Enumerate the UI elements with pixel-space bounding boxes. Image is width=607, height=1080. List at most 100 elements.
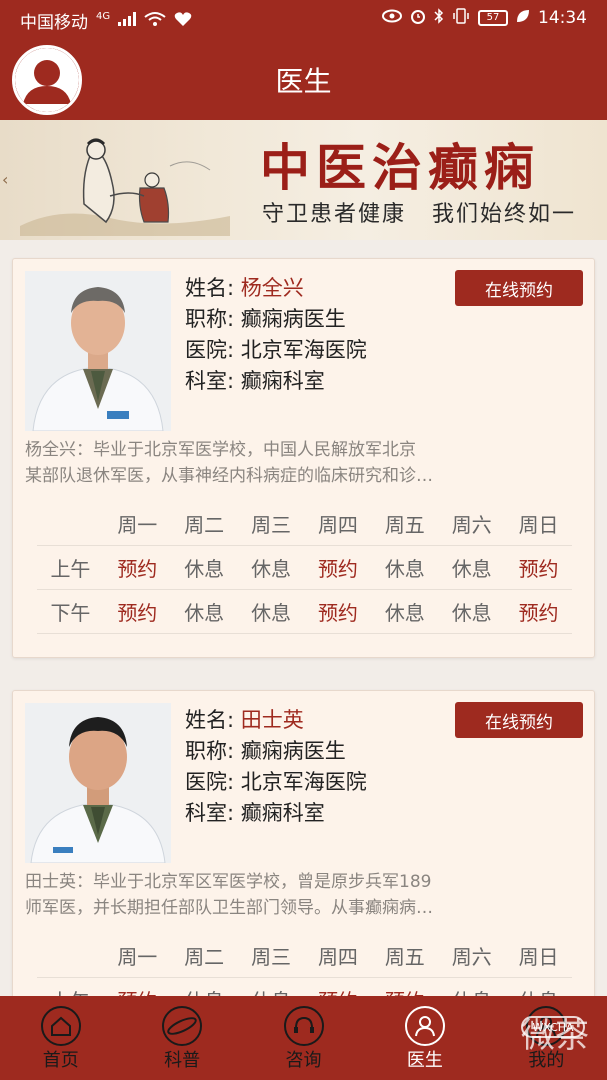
schedule-slot[interactable]: 预约 — [305, 553, 372, 582]
schedule-header-cell: 周日 — [518, 945, 559, 969]
schedule-slot[interactable]: 预约 — [104, 597, 171, 626]
nav-label: 咨询 — [285, 1050, 322, 1071]
banner-title: 中医治癫痫 — [260, 138, 540, 197]
schedule-row-morning: 上午 预约 休息 休息 预约 预约 休息 休息 — [37, 978, 572, 996]
doctor-name: 杨全兴 — [240, 276, 304, 300]
status-bar: 中国移动 4G 57 14:34 — [0, 0, 607, 36]
schedule-slot[interactable]: 休息 — [238, 553, 305, 582]
doctor-department-row: 科室: 癫痫科室 — [185, 366, 367, 397]
watermark-badge: WXCHA — [521, 1016, 585, 1038]
doctor-department: 癫痫科室 — [240, 801, 325, 825]
nav-item-home[interactable]: 首页 — [0, 996, 121, 1080]
schedule-slot[interactable]: 休息 — [438, 597, 505, 626]
schedule-header-cell: 周五 — [384, 513, 425, 537]
doctor-name-row: 姓名: 田士英 — [185, 705, 367, 736]
book-online-button[interactable]: 在线预约 — [455, 270, 583, 306]
schedule-header-cell: 周一 — [117, 945, 158, 969]
doctor-bio-line-1: 田士英：毕业于北京军区军医学校，曾是原步兵军189 — [25, 872, 432, 892]
schedule-slot[interactable]: 休息 — [505, 985, 572, 996]
doctor-hospital: 北京军海医院 — [240, 770, 367, 794]
schedule-slot[interactable]: 预约 — [104, 985, 171, 996]
doctor-name-row: 姓名: 杨全兴 — [185, 273, 367, 304]
schedule-slot[interactable]: 休息 — [238, 597, 305, 626]
schedule-header-cell: 周三 — [251, 945, 292, 969]
promo-banner[interactable]: ‹ 中医治癫痫 守卫患者健康 我们始终如一 — [0, 120, 607, 240]
page-title: 医生 — [275, 65, 332, 98]
schedule-header-cell: 周六 — [451, 945, 492, 969]
schedule-slot[interactable]: 预约 — [371, 985, 438, 996]
schedule-header-cell: 周四 — [317, 513, 358, 537]
schedule-header-row: 周一 周二 周三 周四 周五 周六 周日 — [37, 502, 572, 546]
department-label: 科室: — [185, 801, 235, 825]
schedule-slot[interactable]: 休息 — [371, 597, 438, 626]
doctor-title: 癫痫病医生 — [240, 307, 346, 331]
schedule-slot[interactable]: 休息 — [371, 553, 438, 582]
banner-subtitle-left: 守卫患者健康 — [262, 202, 407, 227]
schedule-header-cell: 周日 — [518, 513, 559, 537]
alarm-icon — [410, 8, 426, 28]
schedule-slot[interactable]: 预约 — [505, 553, 572, 582]
schedule-header-cell: 周一 — [117, 513, 158, 537]
schedule-slot[interactable]: 休息 — [171, 985, 238, 996]
title-label: 职称: — [185, 307, 235, 331]
title-label: 职称: — [185, 739, 235, 763]
network-type: 4G — [96, 11, 111, 22]
name-label: 姓名: — [185, 708, 235, 732]
schedule-table: 周一 周二 周三 周四 周五 周六 周日 上午 预约 休息 休息 预约 预约 休… — [37, 934, 572, 996]
schedule-header-cell: 周五 — [384, 945, 425, 969]
doctor-hospital-row: 医院: 北京军海医院 — [185, 335, 367, 366]
schedule-period-label: 下午 — [50, 601, 91, 625]
carrier-label: 中国移动 — [20, 13, 88, 33]
doctor-card[interactable]: 姓名: 田士英 职称: 癫痫病医生 医院: 北京军海医院 科室: 癫痫科室 在线… — [12, 690, 595, 996]
schedule-slot[interactable]: 预约 — [505, 597, 572, 626]
schedule-slot[interactable]: 预约 — [305, 597, 372, 626]
nav-label: 首页 — [42, 1050, 79, 1071]
doctor-bio[interactable]: 杨全兴：毕业于北京军医学校，中国人民解放军北京 某部队退休军医，从事神经内科病症… — [25, 437, 565, 489]
battery-icon: 57 — [478, 10, 508, 26]
nav-item-consult[interactable]: 咨询 — [243, 996, 364, 1080]
doctor-list[interactable]: 姓名: 杨全兴 职称: 癫痫病医生 医院: 北京军海医院 科室: 癫痫科室 在线… — [0, 240, 607, 996]
schedule-slot[interactable]: 预约 — [305, 985, 372, 996]
nav-label: 科普 — [164, 1050, 201, 1071]
doctor-card[interactable]: 姓名: 杨全兴 职称: 癫痫病医生 医院: 北京军海医院 科室: 癫痫科室 在线… — [12, 258, 595, 658]
doctor-bio[interactable]: 田士英：毕业于北京军区军医学校，曾是原步兵军189 师军医，并长期担任部队卫生部… — [25, 869, 565, 921]
schedule-slot[interactable]: 休息 — [171, 553, 238, 582]
doctor-title-row: 职称: 癫痫病医生 — [185, 304, 367, 335]
schedule-slot[interactable]: 休息 — [171, 597, 238, 626]
book-online-button[interactable]: 在线预约 — [455, 702, 583, 738]
ink-painting-illustration — [20, 138, 230, 236]
name-label: 姓名: — [185, 276, 235, 300]
doctor-photo — [25, 271, 171, 431]
doctor-department: 癫痫科室 — [240, 369, 325, 393]
banner-prev-icon[interactable]: ‹ — [2, 170, 8, 189]
schedule-slot[interactable]: 休息 — [438, 553, 505, 582]
clock-time: 14:34 — [538, 8, 587, 28]
doctor-icon — [404, 1006, 445, 1046]
schedule-slot[interactable]: 休息 — [238, 985, 305, 996]
schedule-slot[interactable]: 预约 — [104, 553, 171, 582]
schedule-header-cell: 周二 — [184, 513, 225, 537]
nav-item-doctor[interactable]: 医生 — [364, 996, 485, 1080]
doctor-hospital-row: 医院: 北京军海医院 — [185, 767, 367, 798]
doctor-title-row: 职称: 癫痫病医生 — [185, 736, 367, 767]
doctor-info: 姓名: 田士英 职称: 癫痫病医生 医院: 北京军海医院 科室: 癫痫科室 — [185, 705, 367, 829]
leaf-icon — [516, 9, 530, 27]
hospital-label: 医院: — [185, 338, 235, 362]
heart-icon — [174, 11, 192, 31]
app-header: 医生 — [0, 36, 607, 120]
doctor-bio-line-1: 杨全兴：毕业于北京军医学校，中国人民解放军北京 — [25, 440, 416, 460]
doctor-department-row: 科室: 癫痫科室 — [185, 798, 367, 829]
doctor-bio-line-2: 师军医，并长期担任部队卫生部门领导。从事癫痫病… — [25, 898, 433, 918]
wifi-icon — [144, 11, 166, 31]
doctor-name: 田士英 — [240, 708, 304, 732]
nav-item-science[interactable]: 科普 — [121, 996, 242, 1080]
schedule-slot[interactable]: 休息 — [438, 985, 505, 996]
schedule-table: 周一 周二 周三 周四 周五 周六 周日 上午 预约 休息 休息 预约 休息 休… — [37, 502, 572, 634]
doctor-hospital: 北京军海医院 — [240, 338, 367, 362]
vibrate-icon — [452, 8, 470, 28]
department-label: 科室: — [185, 369, 235, 393]
schedule-header-cell: 周六 — [451, 513, 492, 537]
eye-icon — [382, 9, 402, 27]
signal-icon — [118, 11, 137, 30]
banner-subtitle-right: 我们始终如一 — [432, 202, 577, 227]
